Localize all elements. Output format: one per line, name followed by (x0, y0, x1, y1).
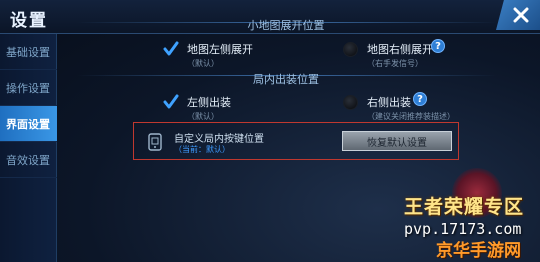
sidebar-item-label: 界面设置 (6, 117, 50, 131)
reset-default-button[interactable]: 恢复默认设置 (342, 131, 452, 151)
unchecked-radio-icon (343, 95, 358, 110)
option-sublabel: （默认） (187, 59, 219, 68)
close-icon (513, 7, 529, 23)
sidebar-item-basic[interactable]: 基础设置 (0, 34, 57, 70)
option-minimap-right[interactable]: 地图右侧展开 （右手发信号） ? (343, 39, 493, 71)
custom-key-label: 自定义局内按键位置 (174, 134, 264, 145)
section-header-shop: 局内出装位置 (253, 73, 319, 86)
option-label: 左侧出装 (187, 96, 231, 109)
option-label: 右侧出装 (367, 96, 411, 109)
option-shop-right[interactable]: 右侧出装 （建议关闭推荐装描述） ? (343, 92, 493, 124)
checkmark-icon (163, 94, 179, 109)
help-icon[interactable]: ? (413, 92, 427, 106)
help-icon[interactable]: ? (431, 39, 445, 53)
option-sublabel: （建议关闭推荐装描述） (367, 112, 455, 121)
sidebar-item-label: 音效设置 (6, 153, 50, 167)
checkmark-icon (163, 41, 179, 56)
sidebar-item-label: 操作设置 (6, 81, 50, 95)
custom-key-position-panel: 自定义局内按键位置 （当前：默认） 恢复默认设置 (133, 122, 459, 160)
custom-key-status: （当前：默认） (174, 145, 230, 154)
option-minimap-left[interactable]: 地图左侧展开 （默认） (163, 39, 323, 71)
watermark-site: 京华手游网 (436, 241, 521, 261)
unchecked-radio-icon (343, 42, 358, 57)
option-shop-left[interactable]: 左侧出装 （默认） (163, 92, 323, 124)
watermark-title: 王者荣耀专区 (404, 196, 525, 218)
sidebar-item-controls[interactable]: 操作设置 (0, 70, 57, 106)
option-label: 地图右侧展开 (367, 43, 433, 56)
option-label: 地图左侧展开 (187, 43, 253, 56)
sidebar-item-label: 基础设置 (6, 45, 50, 59)
option-sublabel: （右手发信号） (367, 59, 423, 68)
section-header-minimap: 小地图展开位置 (247, 19, 325, 32)
sidebar-item-sound[interactable]: 音效设置 (0, 142, 57, 178)
sidebar-item-interface[interactable]: 界面设置 (0, 106, 57, 142)
window-title: 设置 (10, 11, 48, 31)
option-sublabel: （默认） (187, 112, 219, 121)
phone-icon (148, 133, 162, 151)
sidebar: 基础设置 操作设置 界面设置 音效设置 (0, 34, 57, 262)
